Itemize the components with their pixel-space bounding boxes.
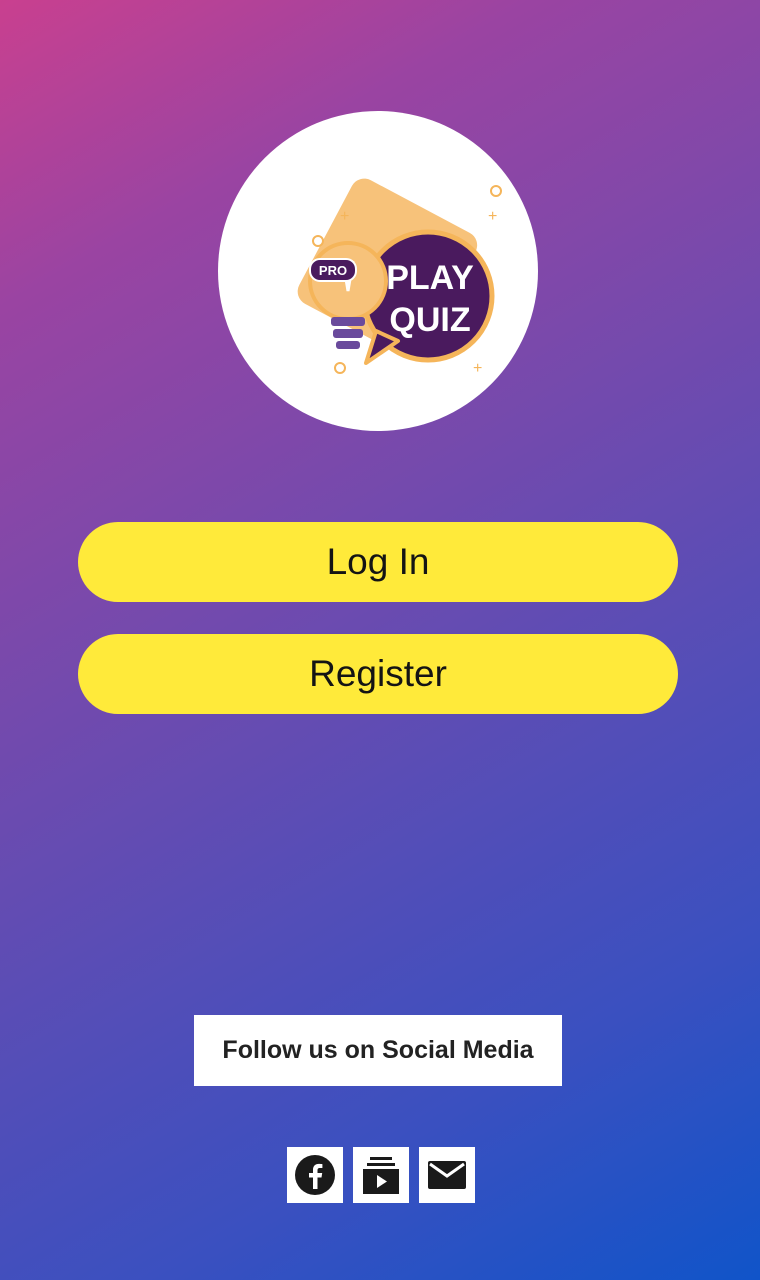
youtube-subscriptions-icon xyxy=(363,1157,399,1194)
email-icon xyxy=(428,1161,466,1189)
register-button[interactable]: Register xyxy=(78,634,678,714)
svg-text:+: + xyxy=(473,360,482,377)
logo-text-play: PLAY xyxy=(386,259,474,297)
app-logo: + + + PRO PLAY QUIZ xyxy=(218,111,538,431)
follow-social-heading: Follow us on Social Media xyxy=(194,1015,562,1086)
youtube-subscriptions-link[interactable] xyxy=(353,1147,409,1203)
svg-text:+: + xyxy=(488,208,497,225)
logo-badge-text: PRO xyxy=(319,263,347,278)
svg-text:+: + xyxy=(340,208,349,225)
email-link[interactable] xyxy=(419,1147,475,1203)
login-button[interactable]: Log In xyxy=(78,522,678,602)
social-links xyxy=(287,1147,475,1203)
logo-text-quiz: QUIZ xyxy=(389,301,470,339)
facebook-icon xyxy=(295,1155,335,1195)
play-quiz-logo-icon: + + + PRO PLAY QUIZ xyxy=(297,178,502,377)
facebook-link[interactable] xyxy=(287,1147,343,1203)
